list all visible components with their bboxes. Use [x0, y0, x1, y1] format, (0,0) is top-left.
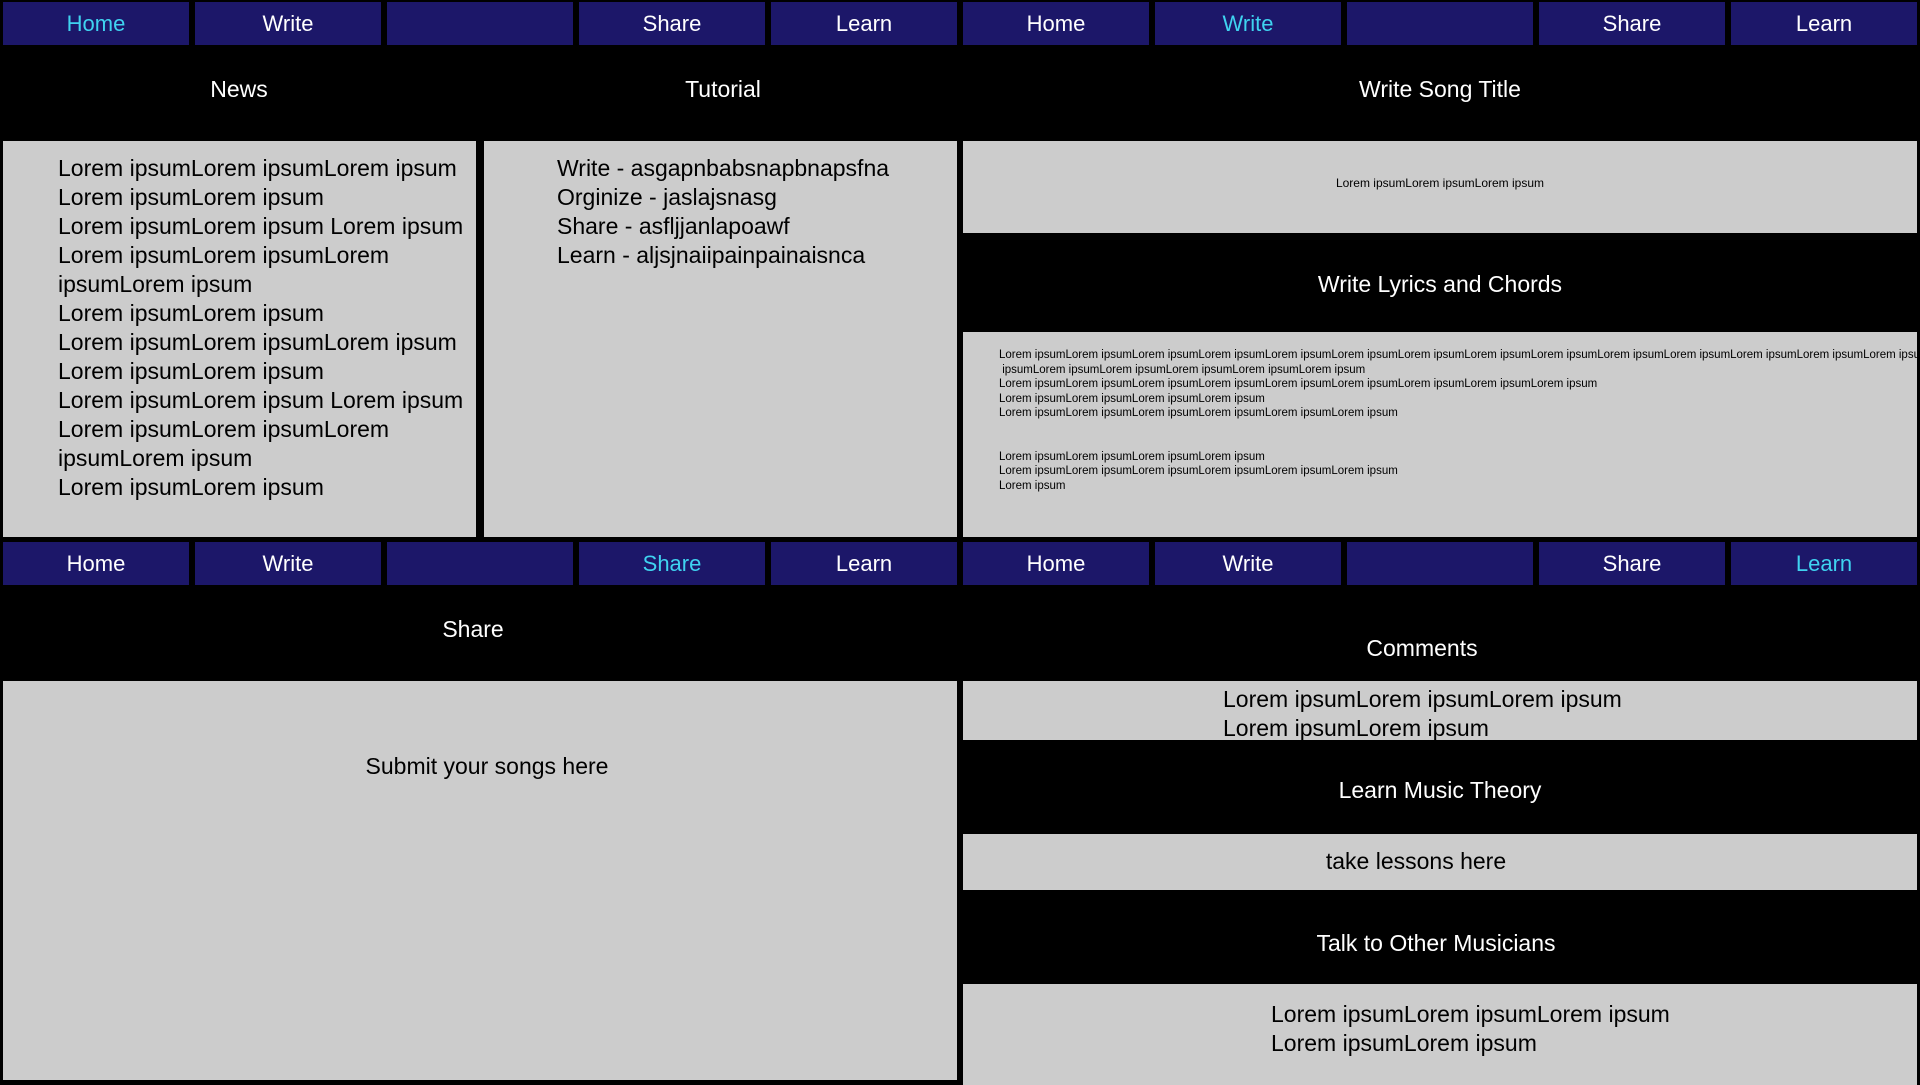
nav-share-tab[interactable]: Share	[579, 2, 765, 45]
lyrics-heading: Write Lyrics and Chords	[1317, 271, 1563, 297]
nav-write-tab[interactable]: Write	[1155, 542, 1341, 585]
news-item: Lorem ipsumLorem ipsum Lorem ipsum	[58, 213, 464, 239]
nav-learn-tab[interactable]: Learn	[1731, 2, 1917, 45]
news-item: Lorem ipsumLorem ipsum Lorem ipsum	[58, 387, 464, 413]
nav-share-tab[interactable]: Share	[1539, 542, 1725, 585]
lyrics-field[interactable]: Lorem ipsumLorem ipsumLorem ipsumLorem i…	[963, 332, 1920, 537]
mockup-stage: Home Write Share Learn News Tutorial Lor…	[0, 0, 1920, 1085]
write-nav-bar: Home Write Share Learn	[960, 2, 1920, 45]
nav-share-tab[interactable]: Share	[579, 542, 765, 585]
news-heading: News	[210, 76, 268, 102]
lyrics-value: Lorem ipsumLorem ipsumLorem ipsumLorem i…	[999, 349, 1920, 492]
news-item: Lorem ipsumLorem ipsum	[58, 184, 324, 210]
news-list: Lorem ipsumLorem ipsumLorem ipsum Lorem …	[58, 154, 463, 502]
nav-write-tab[interactable]: Write	[195, 2, 381, 45]
learn-nav-bar: Home Write Share Learn	[960, 542, 1920, 585]
lessons-panel[interactable]: take lessons here	[963, 834, 1917, 890]
tutorial-item[interactable]: Learn - aljsjnaiipainpainaisnca	[557, 241, 889, 270]
tutorial-panel: Write - asgapnbabsnapbnapsfna Orginize -…	[484, 141, 957, 537]
nav-blank-tab[interactable]	[387, 2, 573, 45]
news-item: Lorem ipsumLorem ipsum	[58, 358, 324, 384]
news-item: Lorem ipsumLorem ipsum	[58, 300, 324, 326]
tutorial-item[interactable]: Orginize - jaslajsnasg	[557, 183, 889, 212]
song-title-field[interactable]: Lorem ipsumLorem ipsumLorem ipsum	[963, 141, 1917, 233]
tutorial-item[interactable]: Write - asgapnbabsnapbnapsfna	[557, 154, 889, 183]
song-title-value: Lorem ipsumLorem ipsumLorem ipsum	[1335, 176, 1545, 190]
nav-write-tab[interactable]: Write	[1155, 2, 1341, 45]
write-screen: Home Write Share Learn Write Song Title …	[960, 0, 1920, 540]
song-title-heading: Write Song Title	[1359, 76, 1521, 102]
musicians-text: Lorem ipsumLorem ipsumLorem ipsum Lorem …	[1271, 1001, 1670, 1056]
nav-home-tab[interactable]: Home	[963, 2, 1149, 45]
home-nav-bar: Home Write Share Learn	[0, 2, 960, 45]
nav-learn-tab[interactable]: Learn	[1731, 542, 1917, 585]
tutorial-heading: Tutorial	[685, 76, 761, 102]
nav-home-tab[interactable]: Home	[3, 542, 189, 585]
musicians-heading: Talk to Other Musicians	[1316, 930, 1556, 956]
music-theory-heading: Learn Music Theory	[1338, 777, 1542, 803]
nav-write-tab[interactable]: Write	[195, 542, 381, 585]
news-item: ipsumLorem ipsum	[58, 445, 253, 471]
news-item: Lorem ipsumLorem ipsumLorem	[58, 242, 390, 268]
comments-text: Lorem ipsumLorem ipsumLorem ipsum Lorem …	[1223, 686, 1622, 741]
home-screen: Home Write Share Learn News Tutorial Lor…	[0, 0, 960, 540]
nav-blank-tab[interactable]	[387, 542, 573, 585]
tutorial-list: Write - asgapnbabsnapbnapsfna Orginize -…	[557, 154, 889, 270]
share-screen: Home Write Share Learn Share Submit your…	[0, 540, 960, 1085]
nav-learn-tab[interactable]: Learn	[771, 542, 957, 585]
news-item: ipsumLorem ipsum	[58, 271, 253, 297]
nav-home-tab[interactable]: Home	[3, 2, 189, 45]
nav-learn-tab[interactable]: Learn	[771, 2, 957, 45]
nav-blank-tab[interactable]	[1347, 542, 1533, 585]
comments-heading: Comments	[1366, 635, 1478, 661]
musicians-panel: Lorem ipsumLorem ipsumLorem ipsum Lorem …	[963, 984, 1917, 1085]
news-panel: Lorem ipsumLorem ipsumLorem ipsum Lorem …	[3, 141, 476, 537]
news-item: Lorem ipsumLorem ipsum	[58, 474, 324, 500]
tutorial-item[interactable]: Share - asfljjanlapoawf	[557, 212, 889, 241]
news-item: Lorem ipsumLorem ipsumLorem ipsum	[58, 155, 457, 181]
nav-share-tab[interactable]: Share	[1539, 2, 1725, 45]
nav-blank-tab[interactable]	[1347, 2, 1533, 45]
song-submit-area[interactable]: Submit your songs here	[3, 681, 957, 1080]
news-item: Lorem ipsumLorem ipsumLorem ipsum	[58, 329, 457, 355]
learn-screen: Home Write Share Learn Comments Lorem ip…	[960, 540, 1920, 1085]
submit-songs-label: Submit your songs here	[365, 753, 609, 779]
news-item: Lorem ipsumLorem ipsumLorem	[58, 416, 390, 442]
comments-panel: Lorem ipsumLorem ipsumLorem ipsum Lorem …	[963, 681, 1917, 741]
nav-home-tab[interactable]: Home	[963, 542, 1149, 585]
lessons-link[interactable]: take lessons here	[963, 848, 1869, 875]
share-heading: Share	[442, 616, 504, 642]
share-nav-bar: Home Write Share Learn	[0, 542, 960, 585]
